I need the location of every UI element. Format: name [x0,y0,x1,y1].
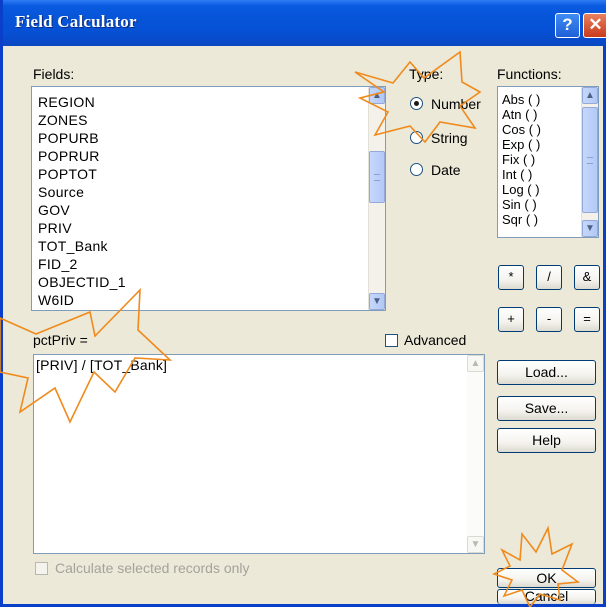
save-button[interactable]: Save... [497,396,596,421]
list-item[interactable]: Log ( ) [502,182,540,197]
window-title: Field Calculator [15,12,137,31]
calculate-selected-label: Calculate selected records only [55,560,250,576]
list-item[interactable]: POPRUR [38,147,100,165]
advanced-checkbox[interactable] [385,334,398,347]
fields-scrollbar[interactable]: ▲ ▼ [368,87,385,310]
list-item[interactable]: TOT_Bank [38,237,108,255]
field-calculator-dialog: Field Calculator ? ✕ Fields: REGION ZONE… [0,0,606,607]
load-button[interactable]: Load... [497,360,596,385]
advanced-label: Advanced [404,332,467,348]
list-item[interactable]: PRIV [38,219,72,237]
subtract-button[interactable]: - [536,307,562,332]
type-number-radio[interactable] [410,97,423,110]
scroll-thumb[interactable] [369,151,385,203]
functions-scrollbar[interactable]: ▲ ▼ [581,87,598,237]
list-item[interactable]: REGION [38,93,95,111]
cancel-button[interactable]: Cancel [497,589,596,604]
equals-button[interactable]: = [574,307,600,332]
target-field-label: pctPriv = [33,332,88,348]
scroll-thumb[interactable] [582,107,598,213]
list-item[interactable]: POPURB [38,129,99,147]
list-item[interactable]: POPTOT [38,165,97,183]
type-date-label: Date [431,162,461,178]
functions-label: Functions: [497,66,562,82]
multiply-button[interactable]: * [498,265,524,290]
type-label: Type: [409,66,444,82]
add-button[interactable]: + [498,307,524,332]
fields-list[interactable]: REGION ZONES POPURB POPRUR POPTOT Source… [31,86,386,311]
down-arrow-icon[interactable]: ▼ [467,536,484,553]
fields-label: Fields: [33,66,75,82]
list-item[interactable]: Atn ( ) [502,107,537,122]
type-string-radio[interactable] [410,131,423,144]
list-item[interactable]: Cos ( ) [502,122,541,137]
type-date-radio[interactable] [410,163,423,176]
list-item[interactable]: ZONES [38,111,88,129]
help-button[interactable]: Help [497,428,596,453]
list-item[interactable]: Exp ( ) [502,137,540,152]
list-item[interactable]: Int ( ) [502,167,532,182]
up-arrow-icon[interactable]: ▲ [467,355,484,372]
down-arrow-icon[interactable]: ▼ [369,293,385,310]
expression-scrollbar[interactable]: ▲ ▼ [467,355,484,553]
help-title-button[interactable]: ? [555,13,580,38]
up-arrow-icon[interactable]: ▲ [582,87,598,104]
list-item[interactable]: Sqr ( ) [502,212,538,227]
close-button[interactable]: ✕ [583,13,606,38]
expression-text: [PRIV] / [TOT_Bank] [36,357,168,373]
down-arrow-icon[interactable]: ▼ [582,220,598,237]
up-arrow-icon[interactable]: ▲ [369,87,385,104]
calculate-selected-checkbox[interactable] [35,562,48,575]
divide-button[interactable]: / [536,265,562,290]
list-item[interactable]: Fix ( ) [502,152,535,167]
ok-button[interactable]: OK [497,568,596,588]
title-bar[interactable]: Field Calculator ? ✕ [3,0,606,46]
list-item[interactable]: FID_2 [38,255,78,273]
list-item[interactable]: GOV [38,201,70,219]
concatenate-button[interactable]: & [574,265,600,290]
expression-textarea[interactable]: [PRIV] / [TOT_Bank] ▲ ▼ [33,354,485,554]
list-item[interactable]: Sin ( ) [502,197,537,212]
type-number-label: Number [431,96,481,112]
type-string-label: String [431,130,468,146]
list-item[interactable]: OBJECTID_1 [38,273,126,291]
list-item[interactable]: W6ID [38,291,74,309]
list-item[interactable]: Source [38,183,84,201]
functions-list[interactable]: Abs ( ) Atn ( ) Cos ( ) Exp ( ) Fix ( ) … [497,86,599,238]
list-item[interactable]: Abs ( ) [502,92,540,107]
